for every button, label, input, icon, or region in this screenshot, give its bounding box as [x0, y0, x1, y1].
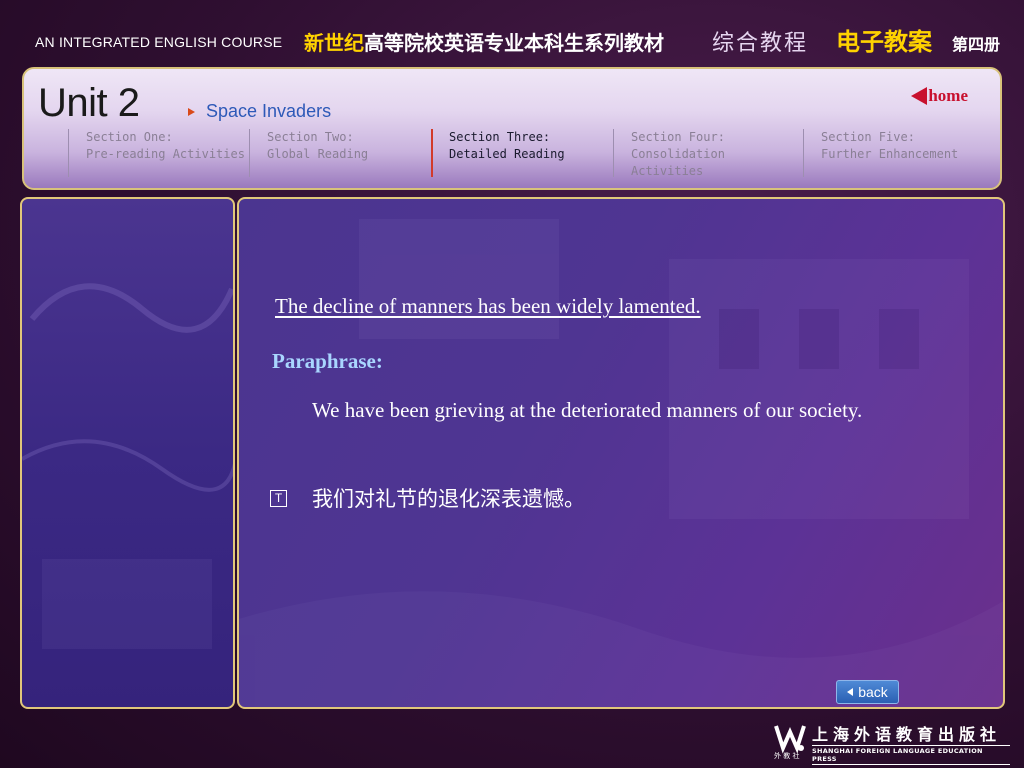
- unit-subtitle: Space Invaders: [206, 101, 332, 121]
- top-banner: AN INTEGRATED ENGLISH COURSE 新世纪高等院校英语专业…: [0, 0, 1024, 66]
- key-sentence: The decline of manners has been widely l…: [275, 294, 701, 318]
- main-content-panel: The decline of manners has been widely l…: [237, 197, 1005, 709]
- section-tab-one[interactable]: Section One: Pre-reading Activities: [68, 129, 248, 177]
- book-name: 综合教程: [712, 31, 809, 56]
- section-divider: [613, 129, 614, 177]
- section-tab-number: Section Two:: [267, 130, 354, 144]
- section-divider: [68, 129, 69, 177]
- series-title: 新世纪高等院校英语专业本科生系列教材: [304, 27, 664, 56]
- publisher-logo-block: 外 教 社 上海外语教育出版社 SHANGHAI FOREIGN LANGUAG…: [774, 720, 1010, 765]
- section-tab-three[interactable]: Section Three: Detailed Reading: [431, 129, 611, 177]
- section-tab-number: Section Four:: [631, 130, 725, 144]
- back-label: back: [858, 684, 888, 700]
- left-side-panel: [20, 197, 235, 709]
- back-button[interactable]: back: [836, 680, 899, 704]
- bullet-arrow-icon: [188, 108, 195, 116]
- series-title-highlight: 新世纪: [304, 31, 364, 55]
- section-tab-title: Further Enhancement: [821, 147, 959, 161]
- home-label: home: [928, 86, 968, 105]
- slide-stage: AN INTEGRATED ENGLISH COURSE 新世纪高等院校英语专业…: [0, 0, 1024, 768]
- volume-label: 第四册: [952, 35, 1001, 54]
- home-arrow-icon: [911, 87, 928, 105]
- series-title-rest: 高等院校英语专业本科生系列教材: [364, 31, 664, 55]
- section-divider: [431, 129, 433, 177]
- section-tab-number: Section One:: [86, 130, 173, 144]
- paraphrase-text: We have been grieving at the deteriorate…: [312, 398, 863, 422]
- section-tab-title: Pre-reading Activities: [86, 147, 245, 161]
- section-tab-number: Section Five:: [821, 130, 915, 144]
- section-tab-title: Global Reading: [267, 147, 369, 161]
- section-tab-two[interactable]: Section Two: Global Reading: [249, 129, 429, 177]
- e-plan-title: 电子教案: [836, 28, 932, 56]
- section-tab-five[interactable]: Section Five: Further Enhancement: [803, 129, 978, 177]
- translation-toggle-icon[interactable]: T: [270, 490, 287, 507]
- unit-title: Unit 2: [38, 81, 140, 125]
- publisher-name-en: SHANGHAI FOREIGN LANGUAGE EDUCATION PRES…: [812, 745, 1010, 765]
- chinese-translation: 我们对礼节的退化深表遗憾。: [312, 487, 585, 511]
- background-pattern: [239, 219, 1003, 707]
- section-tab-number: Section Three:: [449, 130, 551, 144]
- back-arrow-icon: [847, 688, 854, 696]
- home-link[interactable]: home: [911, 86, 968, 106]
- unit-header-panel: Unit 2 Space Invaders home Section One: …: [22, 67, 1002, 190]
- section-tab-title: Detailed Reading: [449, 147, 565, 161]
- course-name: AN INTEGRATED ENGLISH COURSE: [35, 34, 283, 50]
- section-divider: [249, 129, 250, 177]
- publisher-logo-caption: 外 教 社: [774, 752, 800, 760]
- paraphrase-heading: Paraphrase:: [272, 349, 383, 373]
- background-pattern: [22, 283, 233, 649]
- section-tab-title: Consolidation Activities: [631, 147, 725, 178]
- section-tab-four[interactable]: Section Four: Consolidation Activities: [613, 129, 803, 178]
- section-divider: [803, 129, 804, 177]
- publisher-name-cn: 上海外语教育出版社: [812, 725, 1002, 744]
